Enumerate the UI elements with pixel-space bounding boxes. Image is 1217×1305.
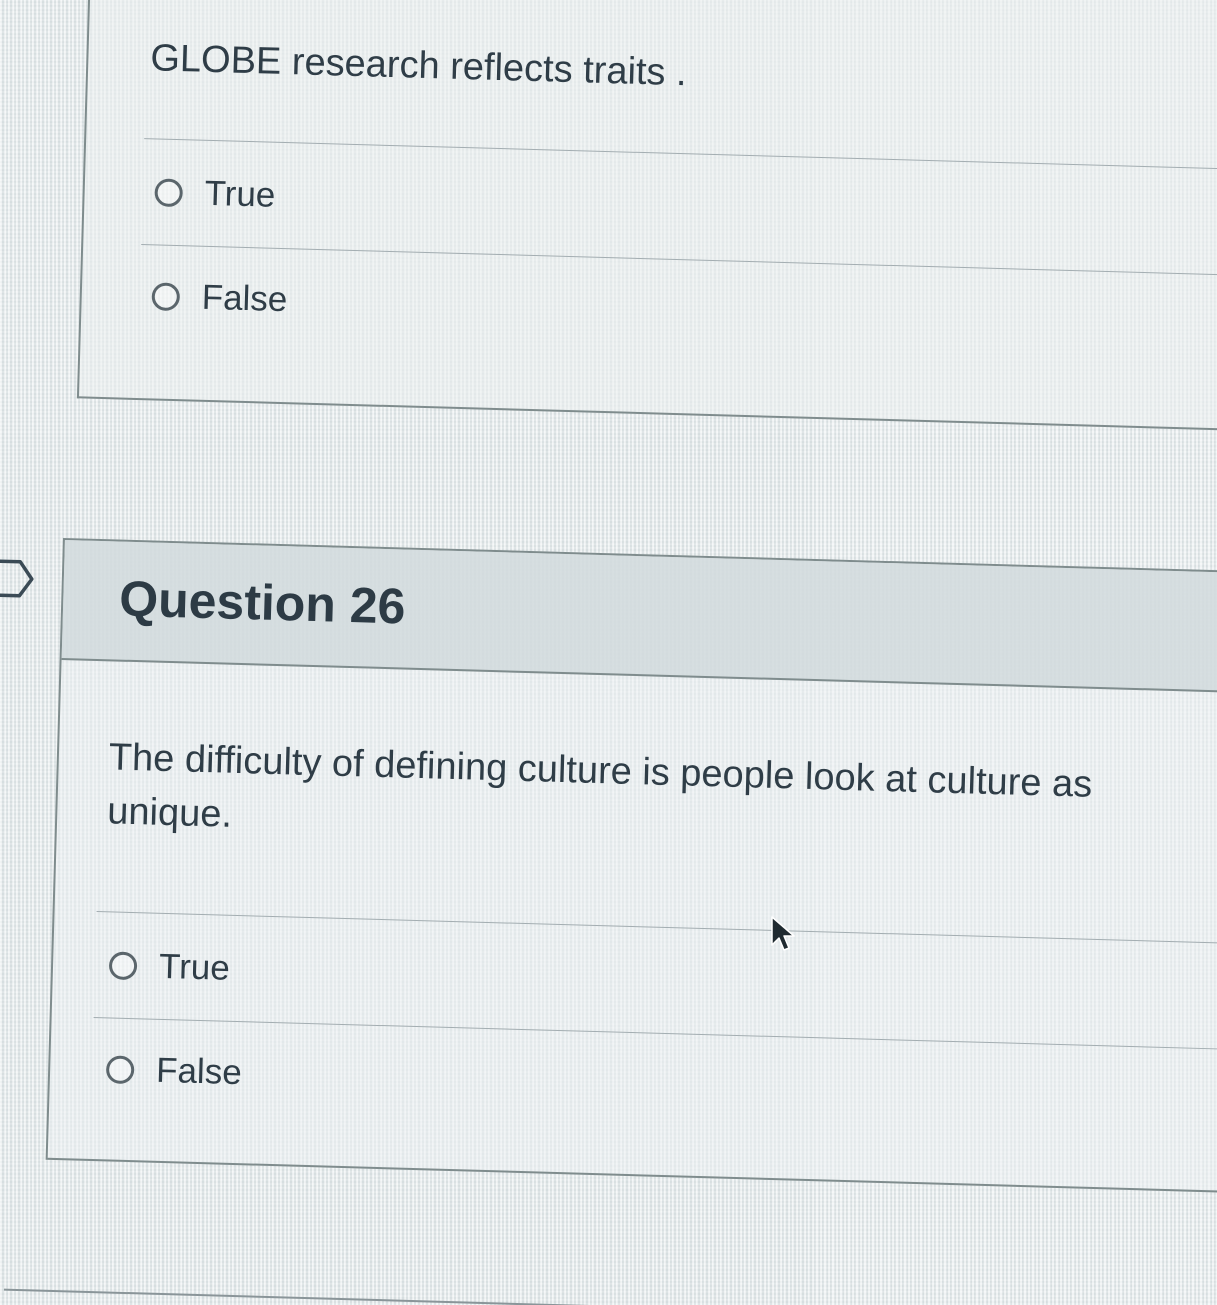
mouse-pointer-icon [771,916,795,951]
radio-unchecked-icon[interactable] [105,1055,135,1085]
question-header: Question 26 [61,540,1217,694]
question-25-card: GLOBE research reflects traits . True Fa… [76,0,1217,432]
question-26-option-true[interactable]: True [108,945,231,988]
quiz-page: GLOBE research reflects traits . True Fa… [0,0,1217,1305]
question-title: Question 26 [118,570,407,635]
option-label: True [204,173,276,215]
next-question-border [3,1288,1204,1305]
answer-divider [141,244,1217,276]
question-25-option-true[interactable]: True [154,172,276,215]
radio-unchecked-icon[interactable] [151,282,181,312]
radio-unchecked-icon[interactable] [154,178,184,208]
question-26-card: Question 26 The difficulty of defining c… [45,537,1217,1194]
option-label: True [158,946,231,988]
answer-divider [93,1017,1217,1050]
question-26-option-false[interactable]: False [105,1049,243,1093]
question-25-text: GLOBE research reflects traits . [149,37,688,95]
answer-divider [144,138,1217,170]
bookmark-flag-icon[interactable] [0,558,34,599]
option-label: False [201,277,288,320]
question-25-option-false[interactable]: False [151,276,288,320]
answer-divider [96,911,1217,944]
question-26-text: The difficulty of defining culture is pe… [107,731,1217,871]
radio-unchecked-icon[interactable] [108,951,138,981]
option-label: False [155,1050,243,1093]
